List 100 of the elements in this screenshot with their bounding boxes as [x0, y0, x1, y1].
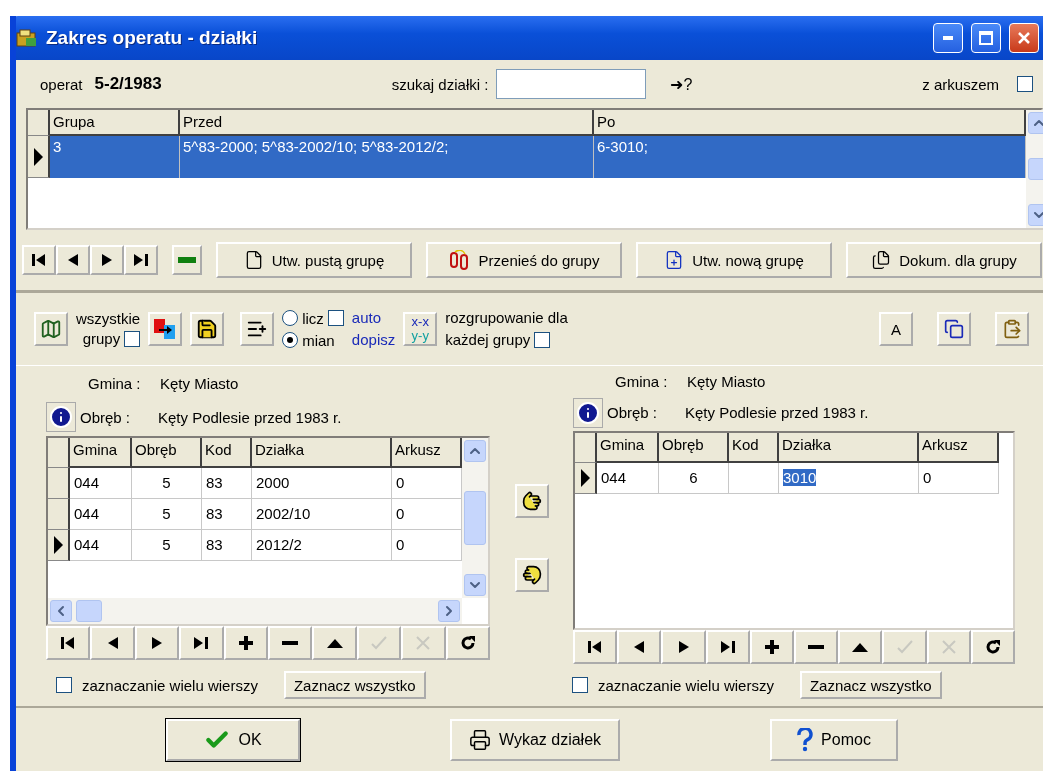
map-button[interactable] — [34, 312, 68, 346]
ungroup-checkbox[interactable] — [534, 332, 551, 348]
table-row[interactable]: 3 5^83-2000; 5^83-2002/10; 5^83-2012/2; 6-3010; — [50, 136, 1026, 178]
scroll-thumb[interactable] — [76, 600, 102, 622]
toolbar-button[interactable]: Utw. pustą grupę — [216, 242, 412, 278]
column-header[interactable]: Obręb — [132, 438, 202, 468]
refresh-record-button[interactable] — [970, 630, 1016, 664]
scroll-thumb[interactable] — [464, 491, 486, 545]
column-header[interactable]: Obręb — [659, 432, 729, 463]
column-header[interactable]: Arkusz — [919, 432, 999, 463]
table-cell: 2012/2 — [252, 530, 392, 561]
gmina-value: Kęty Miasto — [687, 373, 766, 391]
toolbar-button[interactable]: Dokum. dla grupy — [846, 242, 1042, 278]
prev-record-button[interactable] — [56, 245, 90, 275]
horizontal-scrollbar[interactable] — [48, 598, 462, 624]
prev-record-button[interactable] — [617, 630, 662, 664]
table-cell: 3 — [50, 136, 180, 178]
list-button[interactable] — [240, 312, 275, 346]
edit-record-button[interactable] — [312, 626, 357, 660]
transfer-icon — [153, 318, 178, 340]
column-header[interactable]: Kod — [202, 438, 252, 468]
table-cell: 044 — [70, 499, 132, 530]
minimize-button[interactable] — [933, 23, 963, 53]
z-arkuszem-checkbox[interactable] — [1017, 76, 1033, 92]
copy-button[interactable] — [937, 312, 971, 346]
column-header[interactable]: Grupa — [50, 110, 180, 136]
radio-button[interactable] — [282, 310, 299, 326]
multi-select-label: zaznaczanie wielu wierszy — [82, 676, 258, 694]
triangle-right-icon — [678, 641, 689, 653]
refresh-record-button[interactable] — [445, 626, 491, 660]
first-record-button[interactable] — [573, 630, 618, 664]
last-record-button[interactable] — [179, 626, 224, 660]
move-right-button[interactable] — [514, 484, 549, 518]
multi-select-checkbox[interactable] — [572, 677, 588, 693]
triangle-left-icon — [68, 254, 78, 266]
vertical-scrollbar[interactable] — [462, 438, 488, 598]
toolbar-button[interactable]: Przenieś do grupy — [426, 242, 622, 278]
xy-button[interactable]: x-x y-y — [403, 312, 438, 346]
ok-button[interactable]: OK — [166, 718, 300, 761]
info-button[interactable] — [573, 398, 603, 428]
table-cell: 83 — [202, 499, 252, 530]
next-record-button[interactable] — [134, 626, 180, 660]
toolbar-button[interactable]: Utw. nową grupę — [636, 242, 832, 278]
table-cell: 044 — [70, 530, 132, 561]
multi-select-checkbox[interactable] — [56, 677, 72, 693]
first-record-button[interactable] — [46, 626, 91, 660]
first-record-button[interactable] — [22, 245, 56, 275]
scroll-left-button[interactable] — [50, 600, 72, 622]
column-header[interactable]: Gmina — [70, 438, 132, 468]
close-button[interactable] — [1009, 23, 1039, 53]
add-record-button[interactable] — [223, 626, 269, 660]
obreb-value: Kęty Podlesie przed 1983 r. — [158, 408, 342, 426]
select-all-button[interactable]: Zaznacz wszystko — [799, 671, 942, 699]
z-arkuszem-label: z arkuszem — [922, 75, 999, 93]
scroll-down-button[interactable] — [464, 574, 486, 596]
delete-record-button[interactable] — [794, 630, 839, 664]
window-title: Zakres operatu - działki — [46, 27, 259, 49]
search-go-label[interactable]: ➜? — [670, 74, 693, 94]
edit-record-button[interactable] — [838, 630, 883, 664]
radio-label: licz — [302, 309, 324, 327]
remove-group-button[interactable] — [172, 245, 202, 275]
search-field[interactable] — [496, 69, 647, 99]
column-header[interactable]: Działka — [252, 438, 392, 468]
next-record-button[interactable] — [661, 630, 706, 664]
scroll-up-button[interactable] — [464, 440, 486, 462]
font-button[interactable]: A — [879, 312, 913, 346]
triangle-left-icon — [634, 641, 645, 653]
add-record-button[interactable] — [749, 630, 794, 664]
save-button[interactable] — [190, 312, 225, 346]
last-record-button[interactable] — [705, 630, 750, 664]
delete-record-button[interactable] — [268, 626, 313, 660]
column-header[interactable]: Kod — [729, 432, 779, 463]
paste-button[interactable] — [995, 312, 1029, 346]
column-header[interactable]: Działka — [779, 432, 919, 463]
next-record-button[interactable] — [90, 245, 124, 275]
help-button[interactable]: Pomoc — [770, 718, 898, 761]
radio-button[interactable] — [282, 332, 299, 348]
triangle-up-icon — [852, 642, 869, 652]
minus-icon — [808, 645, 825, 649]
info-icon — [576, 401, 600, 425]
print-button[interactable]: Wykaz działek — [450, 718, 620, 761]
select-all-button[interactable]: Zaznacz wszystko — [283, 671, 426, 699]
scroll-right-button[interactable] — [438, 600, 460, 622]
column-header[interactable]: Przed — [180, 110, 594, 136]
prev-record-button[interactable] — [90, 626, 135, 660]
auto-dopisz-checkbox[interactable] — [327, 310, 344, 326]
minimize-icon — [943, 36, 953, 40]
transfer-button[interactable] — [148, 312, 183, 346]
info-button[interactable] — [46, 402, 76, 432]
column-header[interactable]: Arkusz — [392, 438, 462, 468]
last-record-button[interactable] — [124, 245, 158, 275]
move-left-button[interactable] — [514, 558, 549, 592]
maximize-button[interactable] — [971, 23, 1001, 53]
current-row-icon — [580, 468, 590, 487]
column-header[interactable]: Po — [594, 110, 1026, 136]
refresh-icon — [984, 639, 1001, 655]
column-header[interactable]: Gmina — [597, 432, 659, 463]
auto-dopisz-label: auto — [351, 309, 382, 326]
obreb-label: Obręb : — [607, 404, 659, 422]
all-groups-checkbox[interactable] — [124, 331, 141, 347]
